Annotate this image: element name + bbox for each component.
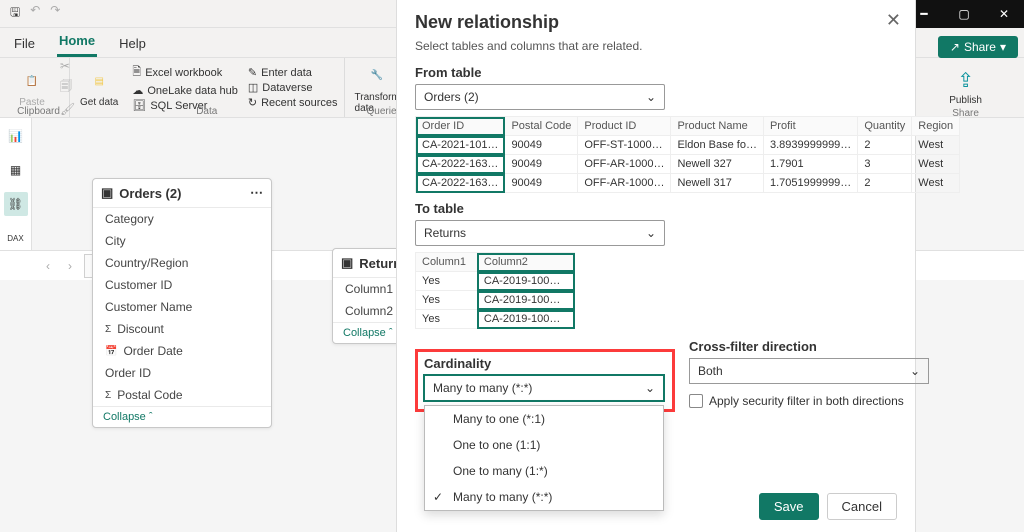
dialog-subtitle: Select tables and columns that are relat… [415, 39, 897, 53]
cardinality-option[interactable]: One to one (1:1) [425, 432, 663, 458]
collapse-link[interactable]: Collapse ˆ [93, 406, 271, 427]
excel-icon: 🗎 [132, 63, 141, 82]
dataverse-icon: ◫ [248, 81, 258, 94]
maximize-button[interactable]: ▢ [944, 0, 984, 28]
redo-icon[interactable]: ↷ [50, 3, 60, 24]
share-icon: ↗ [950, 40, 960, 54]
clipboard-caption: Clipboard [8, 106, 69, 117]
cardinality-options-menu: Many to one (*:1)One to one (1:1)One to … [424, 405, 664, 511]
cross-filter-dropdown[interactable]: Both⌄ [689, 358, 929, 384]
security-filter-checkbox[interactable] [689, 394, 703, 408]
paste-button[interactable]: 📋 Paste [14, 67, 50, 108]
get-data-button[interactable]: ▤ Get data [76, 67, 122, 108]
table-icon: ▣ [341, 255, 353, 271]
cancel-button[interactable]: Cancel [827, 493, 897, 520]
publish-button[interactable]: ⇪ Publish Share [949, 68, 982, 119]
table-icon: ▣ [101, 185, 113, 201]
chevron-down-icon: ⌄ [646, 90, 656, 104]
dialog-close-button[interactable]: ✕ [886, 10, 901, 31]
menu-file[interactable]: File [12, 32, 37, 57]
onelake-icon: ☁ [132, 84, 143, 97]
orders-field[interactable]: Customer ID [93, 274, 271, 296]
data-caption: Data [70, 106, 344, 117]
orders-field[interactable]: ΣPostal Code [93, 384, 271, 406]
prev-tab-button[interactable]: ‹ [40, 259, 56, 273]
dataverse-button[interactable]: ◫Dataverse [248, 80, 338, 95]
cardinality-option[interactable]: Many to one (*:1) [425, 406, 663, 432]
menu-help[interactable]: Help [117, 32, 148, 57]
cardinality-dropdown[interactable]: Many to many (*:*)⌄ [424, 375, 664, 401]
from-table-dropdown[interactable]: Orders (2)⌄ [415, 84, 665, 110]
orders-field[interactable]: City [93, 230, 271, 252]
transform-icon: 🔧 [363, 62, 391, 90]
to-table-label: To table [415, 201, 897, 216]
enter-data-icon: ✎ [248, 66, 257, 79]
table-view-button[interactable]: ▦ [4, 158, 28, 182]
undo-icon[interactable]: ↶ [30, 3, 40, 24]
chevron-down-icon: ⌄ [645, 381, 655, 395]
cardinality-option[interactable]: One to many (1:*) [425, 458, 663, 484]
new-relationship-dialog: ✕ New relationship Select tables and col… [396, 0, 916, 532]
orders-field[interactable]: Category [93, 208, 271, 230]
orders-title: Orders (2) [119, 186, 181, 201]
to-table-dropdown[interactable]: Returns⌄ [415, 220, 665, 246]
orders-field[interactable]: ΣDiscount [93, 318, 271, 340]
save-icon[interactable]: 🖫 [10, 3, 20, 24]
save-button[interactable]: Save [759, 493, 819, 520]
publish-icon: ⇪ [957, 68, 974, 93]
close-button[interactable]: ✕ [984, 0, 1024, 28]
share-button[interactable]: ↗Share▾ [938, 36, 1018, 58]
orders-field[interactable]: Country/Region [93, 252, 271, 274]
orders-field[interactable]: 📅Order Date [93, 340, 271, 362]
security-filter-label: Apply security filter in both directions [709, 394, 904, 408]
report-view-button[interactable]: 📊 [4, 124, 28, 148]
next-tab-button[interactable]: › [62, 259, 78, 273]
excel-workbook-button[interactable]: 🗎Excel workbook [132, 62, 238, 83]
model-view-button[interactable]: ⛓ [4, 192, 28, 216]
cardinality-option[interactable]: Many to many (*:*) [425, 484, 663, 510]
orders-table-card[interactable]: ▣Orders (2)⋯ CategoryCityCountry/RegionC… [92, 178, 272, 428]
view-switcher: 📊 ▦ ⛓ DAX [0, 118, 32, 250]
paste-icon: 📋 [18, 67, 46, 95]
orders-field[interactable]: Order ID [93, 362, 271, 384]
to-table-preview: Column1Column2 YesCA-2019-100…YesCA-2019… [415, 252, 575, 329]
dialog-title: New relationship [415, 12, 897, 33]
chevron-down-icon: ⌄ [910, 364, 920, 378]
from-table-label: From table [415, 65, 897, 80]
enter-data-button[interactable]: ✎Enter data [248, 65, 338, 80]
cardinality-label: Cardinality [424, 356, 672, 371]
get-data-icon: ▤ [85, 67, 113, 95]
chevron-down-icon: ⌄ [646, 226, 656, 240]
orders-field[interactable]: Customer Name [93, 296, 271, 318]
dax-view-button[interactable]: DAX [4, 226, 28, 250]
from-table-preview: Order IDPostal CodeProduct IDProduct Nam… [415, 116, 960, 193]
cross-filter-label: Cross-filter direction [689, 339, 929, 354]
menu-home[interactable]: Home [57, 29, 97, 57]
more-icon[interactable]: ⋯ [250, 185, 263, 201]
onelake-button[interactable]: ☁OneLake data hub [132, 83, 238, 98]
